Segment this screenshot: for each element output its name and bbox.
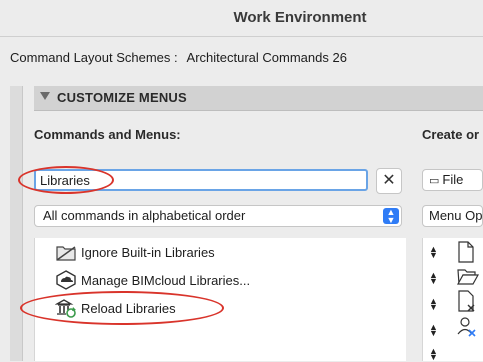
left-gutter: [10, 86, 23, 361]
close-document-icon: [457, 290, 477, 317]
customize-menus-header[interactable]: CUSTOMIZE MENUS: [34, 86, 483, 111]
disclosure-triangle-icon[interactable]: [40, 92, 50, 100]
annotation-oval-search: [18, 166, 114, 194]
create-heading: Create or: [422, 127, 480, 142]
scheme-label: Command Layout Schemes :: [10, 50, 178, 65]
section-title: CUSTOMIZE MENUS: [57, 90, 187, 105]
list-item-label: Manage BIMcloud Libraries...: [81, 272, 251, 288]
menu-options-button[interactable]: Menu Op: [422, 205, 483, 227]
commands-heading: Commands and Menus:: [34, 127, 181, 142]
command-filter-value: All commands in alphabetical order: [43, 208, 246, 223]
command-filter-select[interactable]: All commands in alphabetical order ▲ ▼: [34, 205, 402, 227]
reorder-handle-icon[interactable]: ▲ ▼: [429, 245, 438, 260]
clear-search-button[interactable]: ✕: [376, 168, 402, 194]
document-icon: [457, 241, 475, 268]
scheme-value[interactable]: Architectural Commands 26: [187, 50, 347, 65]
title-divider: [0, 36, 483, 37]
list-item[interactable]: Ignore Built-in Libraries: [55, 241, 215, 263]
bimcloud-icon: [55, 270, 77, 290]
user-remove-icon: [457, 316, 477, 343]
ignore-libraries-icon: [55, 242, 77, 262]
file-icon: ▭: [429, 175, 440, 187]
reorder-handle-icon[interactable]: ▲ ▼: [429, 297, 438, 312]
scheme-row: Command Layout Schemes : Architectural C…: [10, 50, 353, 65]
menu-structure-list[interactable]: ▲ ▼ ▲ ▼ ▲ ▼ ▲ ▼ ▲ ▼: [422, 238, 483, 362]
file-button[interactable]: ▭ File: [422, 169, 483, 191]
open-folder-icon: [456, 266, 480, 291]
file-button-label: File: [442, 172, 464, 187]
window-title: Work Environment: [233, 9, 367, 26]
list-item[interactable]: Manage BIMcloud Libraries...: [55, 269, 250, 291]
reorder-handle-icon[interactable]: ▲ ▼: [429, 347, 438, 362]
list-item-label: Ignore Built-in Libraries: [81, 244, 215, 260]
reorder-handle-icon[interactable]: ▲ ▼: [429, 271, 438, 286]
reorder-handle-icon[interactable]: ▲ ▼: [429, 323, 438, 338]
select-arrows-icon: ▲ ▼: [383, 208, 399, 225]
annotation-oval-reload: [20, 291, 224, 325]
